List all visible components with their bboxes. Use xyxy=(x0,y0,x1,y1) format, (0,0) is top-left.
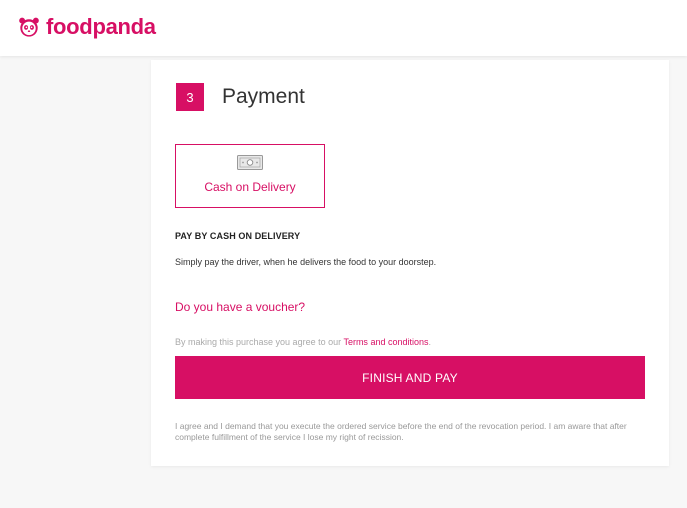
finish-and-pay-button[interactable]: FINISH AND PAY xyxy=(175,356,645,399)
voucher-link[interactable]: Do you have a voucher? xyxy=(175,300,305,314)
panda-face-icon xyxy=(19,17,39,37)
top-header: foodpanda xyxy=(0,0,687,56)
page-title: Payment xyxy=(222,85,305,108)
payment-method-description: Simply pay the driver, when he delivers … xyxy=(175,257,437,267)
brand-logo[interactable]: foodpanda xyxy=(18,14,156,40)
payment-method-heading: PAY BY CASH ON DELIVERY xyxy=(175,231,301,241)
payment-option-label: Cash on Delivery xyxy=(204,180,296,194)
brand-name: foodpanda xyxy=(46,14,156,39)
payment-step-header: 3 Payment xyxy=(176,83,305,111)
terms-suffix-text: . xyxy=(428,337,431,347)
step-number-badge: 3 xyxy=(176,83,204,111)
terms-prefix-text: By making this purchase you agree to our xyxy=(175,337,344,347)
payment-card: 3 Payment Cash on Delivery PAY BY CASH O… xyxy=(151,60,669,466)
terms-notice: By making this purchase you agree to our… xyxy=(175,337,431,347)
cash-on-delivery-option[interactable]: Cash on Delivery xyxy=(175,144,325,208)
terms-and-conditions-link[interactable]: Terms and conditions xyxy=(343,337,428,347)
cash-icon xyxy=(237,155,263,170)
revocation-disclaimer: I agree and I demand that you execute th… xyxy=(175,421,627,442)
